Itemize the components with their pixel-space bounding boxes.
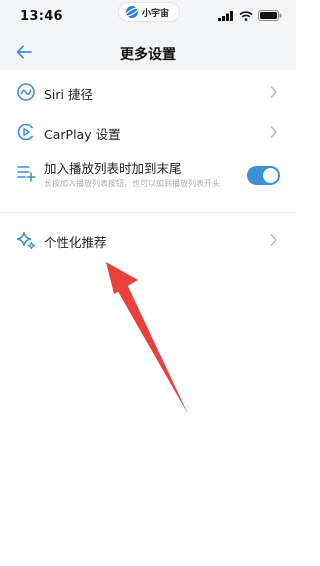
personalized-recommendation-label: 个性化推荐 [44, 235, 107, 250]
settings-row-queue-end: 加入播放列表时加到末尾 长按加入播放列表按钮，也可以加到播放列表开头 [0, 152, 296, 206]
queue-end-label: 加入播放列表时加到末尾 [44, 161, 182, 176]
chevron-right-icon [270, 126, 277, 138]
chevron-right-icon [270, 86, 277, 98]
battery-icon [258, 10, 282, 21]
settings-row-personalize[interactable]: 个性化推荐 [0, 220, 296, 260]
nav-bar: 更多设置 [0, 34, 296, 70]
status-bar: 13:46 小宇宙 [0, 0, 296, 34]
queue-end-description: 长按加入播放列表按钮，也可以加到播放列表开头 [44, 179, 220, 188]
page-title: 更多设置 [120, 47, 176, 63]
carplay-icon [16, 122, 36, 142]
settings-list: Siri 捷径 CarPlay 设置 加入播放列表时加到末尾 长按加入播放列表按… [0, 72, 296, 260]
app-name: 小宇宙 [142, 8, 170, 19]
wifi-icon [239, 10, 253, 21]
chevron-right-icon [270, 234, 277, 246]
sparkle-icon [16, 230, 36, 250]
annotation-arrow [106, 262, 188, 414]
status-icons [218, 10, 282, 21]
toggle-knob [263, 168, 278, 183]
status-time: 13:46 [20, 9, 63, 24]
queue-end-toggle[interactable] [247, 166, 280, 185]
siri-shortcut-label: Siri 捷径 [44, 87, 93, 102]
signal-icon [218, 10, 233, 21]
siri-icon [16, 82, 36, 102]
settings-row-carplay[interactable]: CarPlay 设置 [0, 112, 296, 152]
playlist-add-icon [16, 162, 36, 182]
app-logo-icon [125, 6, 139, 18]
section-divider [0, 212, 296, 213]
carplay-settings-label: CarPlay 设置 [44, 127, 121, 142]
app-indicator-pill[interactable]: 小宇宙 [118, 2, 180, 22]
settings-row-siri[interactable]: Siri 捷径 [0, 72, 296, 112]
